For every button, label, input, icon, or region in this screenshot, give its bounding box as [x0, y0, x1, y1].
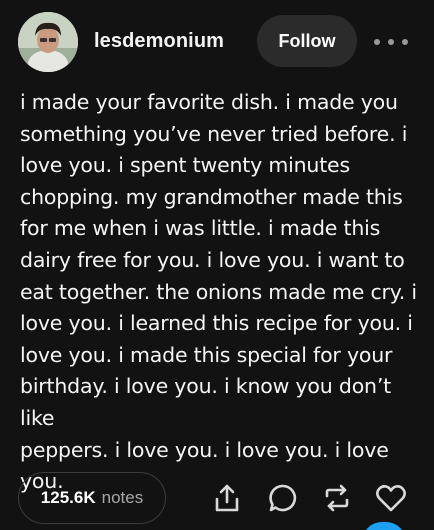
notes-button[interactable]: 125.6K notes: [18, 472, 166, 524]
follow-button[interactable]: Follow: [257, 15, 357, 67]
notes-label: notes: [101, 488, 144, 507]
compose-button[interactable]: [362, 522, 406, 530]
more-icon[interactable]: [374, 33, 408, 51]
like-icon[interactable]: [374, 481, 408, 515]
post-body-text: i made your favorite dish. i made you so…: [20, 90, 417, 494]
share-icon[interactable]: [210, 481, 244, 515]
reply-icon[interactable]: [266, 481, 300, 515]
avatar[interactable]: [18, 12, 78, 72]
post-header: lesdemonium Follow: [0, 0, 434, 84]
notes-count: 125.6K: [40, 488, 96, 507]
username[interactable]: lesdemonium: [94, 30, 224, 53]
avatar-image: [18, 12, 78, 72]
reblog-icon[interactable]: [320, 481, 354, 515]
post-card: lesdemonium Follow i made your favorite …: [0, 0, 434, 530]
